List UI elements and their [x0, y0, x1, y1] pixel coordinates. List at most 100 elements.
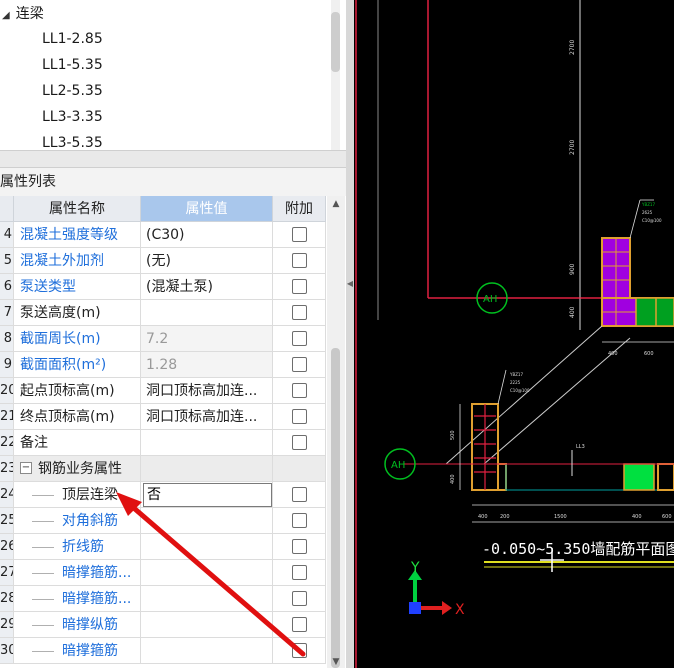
ucs-y-label: Y — [410, 560, 420, 576]
property-row[interactable]: 28 暗撑箍筋... — [0, 586, 326, 612]
property-value[interactable] — [141, 300, 273, 326]
property-name[interactable]: 暗撑纵筋 — [14, 612, 141, 638]
attach-checkbox[interactable] — [291, 564, 307, 580]
property-row[interactable]: 9 截面面积(m²) 1.28 — [0, 352, 326, 378]
attach-checkbox[interactable] — [291, 642, 307, 658]
property-row[interactable]: 27 暗撑箍筋... — [0, 560, 326, 586]
property-value[interactable] — [141, 638, 273, 664]
property-name[interactable]: 截面面积(m²) — [14, 352, 141, 378]
property-name[interactable]: 泵送高度(m) — [14, 300, 141, 326]
property-name[interactable]: 顶层连梁 — [14, 482, 141, 508]
attach-checkbox[interactable] — [291, 330, 307, 346]
collapse-minus-icon[interactable]: − — [20, 462, 32, 474]
property-value[interactable]: (无) — [141, 248, 273, 274]
attach-checkbox[interactable] — [291, 512, 307, 528]
row-number: 9 — [0, 352, 14, 378]
attach-checkbox[interactable] — [291, 278, 307, 294]
cad-drawing-canvas[interactable]: 2700 2700 900 400 AH YBZ17 2625 C10@100 … — [354, 0, 674, 668]
row-number: 21 — [0, 404, 14, 430]
property-value[interactable] — [141, 534, 273, 560]
tree-item[interactable]: LL3-5.35 — [42, 135, 103, 147]
property-value[interactable] — [141, 586, 273, 612]
attach-checkbox[interactable] — [291, 408, 307, 424]
property-value[interactable]: (混凝土泵) — [141, 274, 273, 300]
row-number: 7 — [0, 300, 14, 326]
scroll-down-arrow-icon[interactable]: ▼ — [327, 656, 345, 668]
property-row[interactable]: 21 终点顶标高(m) 洞口顶标高加连... — [0, 404, 326, 430]
attach-checkbox[interactable] — [291, 434, 307, 450]
property-row[interactable]: 25 对角斜筋 — [0, 508, 326, 534]
property-value[interactable]: 1.28 — [141, 352, 273, 378]
tree-item[interactable]: LL1-5.35 — [42, 57, 103, 73]
property-name[interactable]: 暗撑箍筋... — [14, 560, 141, 586]
property-value[interactable]: (C30) — [141, 222, 273, 248]
attach-checkbox[interactable] — [291, 356, 307, 372]
property-row[interactable]: 7 泵送高度(m) — [0, 300, 326, 326]
property-name[interactable]: 泵送类型 — [14, 274, 141, 300]
property-name[interactable]: 混凝土外加剂 — [14, 248, 141, 274]
attach-checkbox[interactable] — [291, 382, 307, 398]
attach-checkbox[interactable] — [291, 616, 307, 632]
property-name[interactable]: 起点顶标高(m) — [14, 378, 141, 404]
drawing-title: -0.050~5.350墙配筋平面图 — [482, 540, 674, 558]
property-value[interactable] — [141, 508, 273, 534]
property-row[interactable]: 29 暗撑纵筋 — [0, 612, 326, 638]
property-name[interactable]: 暗撑箍筋 — [14, 638, 141, 664]
column-header-value[interactable]: 属性值 — [141, 196, 273, 222]
column-header-add[interactable]: 附加 — [273, 196, 326, 222]
property-row[interactable]: 6 泵送类型 (混凝土泵) — [0, 274, 326, 300]
cad-tag: C10@100 — [510, 388, 530, 393]
tree-item[interactable]: LL3-3.35 — [42, 109, 103, 125]
property-name[interactable]: 备注 — [14, 430, 141, 456]
property-name[interactable]: 截面周长(m) — [14, 326, 141, 352]
property-row[interactable]: 24 顶层连梁 否 — [0, 482, 326, 508]
property-value-editor[interactable]: 否 — [143, 483, 272, 507]
property-name[interactable]: 终点顶标高(m) — [14, 404, 141, 430]
property-name[interactable]: 对角斜筋 — [14, 508, 141, 534]
tree-scroll-thumb[interactable] — [331, 12, 340, 72]
attach-cell — [273, 352, 326, 378]
splitter-grip-icon[interactable]: ◀ — [346, 274, 354, 294]
attach-cell — [273, 560, 326, 586]
attach-checkbox[interactable] — [291, 486, 307, 502]
dim-text: 500 — [450, 430, 456, 440]
property-name[interactable]: 暗撑箍筋... — [14, 586, 141, 612]
property-row[interactable]: 20 起点顶标高(m) 洞口顶标高加连... — [0, 378, 326, 404]
property-row[interactable]: 30 暗撑箍筋 — [0, 638, 326, 664]
property-row[interactable]: 26 折线筋 — [0, 534, 326, 560]
dim-text: 2700 — [569, 40, 576, 55]
property-value[interactable] — [141, 612, 273, 638]
cad-drawing: 2700 2700 900 400 AH YBZ17 2625 C10@100 … — [355, 0, 674, 668]
attach-checkbox[interactable] — [291, 538, 307, 554]
property-value[interactable] — [141, 430, 273, 456]
column-header-name[interactable]: 属性名称 — [14, 196, 141, 222]
dim-text: 400 — [450, 474, 456, 484]
tree-item[interactable]: LL2-5.35 — [42, 83, 103, 99]
grid-scroll-thumb[interactable] — [331, 348, 340, 668]
property-value[interactable]: 7.2 — [141, 326, 273, 352]
property-name[interactable]: 混凝土强度等级 — [14, 222, 141, 248]
tree-branch-line — [32, 494, 54, 496]
tree-branch-line — [32, 572, 54, 574]
splitter-bar[interactable] — [346, 0, 354, 668]
property-row[interactable]: 5 混凝土外加剂 (无) — [0, 248, 326, 274]
property-value[interactable] — [141, 456, 273, 482]
property-value[interactable]: 洞口顶标高加连... — [141, 378, 273, 404]
property-name-text: 备注 — [20, 435, 48, 451]
scroll-up-arrow-icon[interactable]: ▲ — [327, 196, 345, 212]
property-name[interactable]: − 钢筋业务属性 — [14, 456, 141, 482]
attach-checkbox[interactable] — [291, 226, 307, 242]
property-row[interactable]: 22 备注 — [0, 430, 326, 456]
property-row[interactable]: 8 截面周长(m) 7.2 — [0, 326, 326, 352]
property-row[interactable]: 4 混凝土强度等级 (C30) — [0, 222, 326, 248]
tree-group-lianliang[interactable]: ◢ 连梁 — [2, 6, 44, 24]
property-value[interactable]: 洞口顶标高加连... — [141, 404, 273, 430]
property-name[interactable]: 折线筋 — [14, 534, 141, 560]
tree-item[interactable]: LL1-2.85 — [42, 31, 103, 47]
attach-checkbox[interactable] — [291, 590, 307, 606]
property-value[interactable] — [141, 560, 273, 586]
collapse-triangle-icon[interactable]: ◢ — [2, 10, 10, 21]
attach-checkbox[interactable] — [291, 304, 307, 320]
property-row[interactable]: 23−钢筋业务属性 — [0, 456, 326, 482]
attach-checkbox[interactable] — [291, 252, 307, 268]
